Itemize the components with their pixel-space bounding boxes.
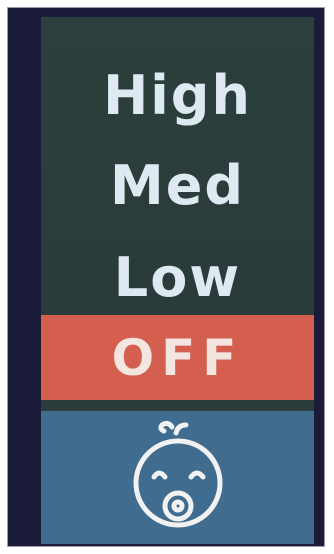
level-off-label: OFF bbox=[111, 328, 244, 387]
level-low-option[interactable]: Low bbox=[41, 239, 314, 309]
level-off-option[interactable]: OFF bbox=[41, 315, 314, 400]
level-high-option[interactable]: High bbox=[41, 57, 314, 127]
display-screen: High Med Low OFF bbox=[41, 17, 314, 544]
baby-mode-panel[interactable] bbox=[41, 411, 314, 544]
level-high-label: High bbox=[103, 64, 252, 127]
level-low-label: Low bbox=[113, 246, 242, 309]
level-med-label: Med bbox=[109, 154, 245, 217]
device-frame: High Med Low OFF bbox=[7, 7, 325, 547]
baby-face-icon bbox=[133, 420, 223, 528]
level-med-option[interactable]: Med bbox=[41, 147, 314, 217]
